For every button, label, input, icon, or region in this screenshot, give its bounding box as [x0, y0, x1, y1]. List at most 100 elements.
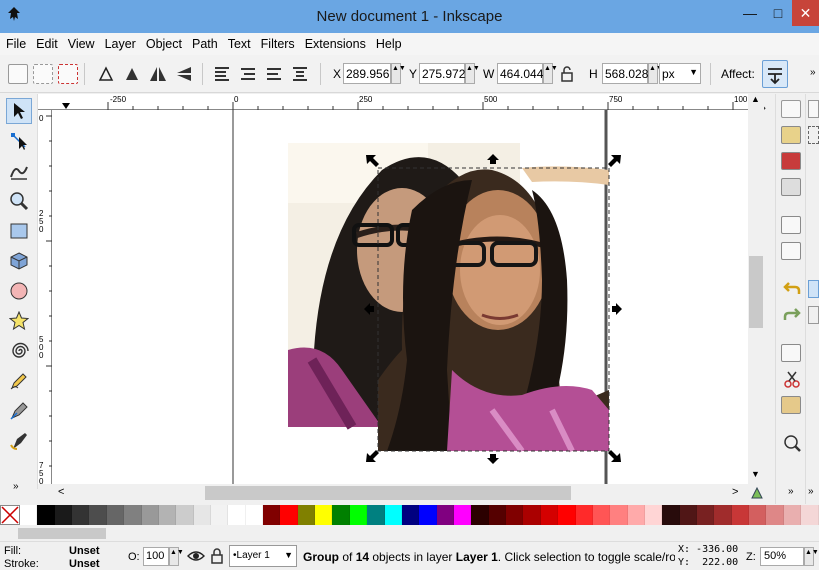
raise-to-top-icon[interactable]: [212, 64, 232, 84]
scroll-right-icon[interactable]: >: [732, 486, 738, 498]
no-paint-swatch[interactable]: [0, 505, 20, 525]
zoom-selection-icon[interactable]: [783, 434, 801, 455]
save-icon[interactable]: [781, 152, 801, 170]
rotate-cw-icon[interactable]: [122, 64, 142, 84]
height-input[interactable]: 568.028: [602, 63, 648, 84]
color-swatch[interactable]: [453, 505, 472, 525]
deselect-icon[interactable]: [58, 64, 78, 84]
color-swatch[interactable]: [471, 505, 489, 525]
select-all-icon[interactable]: [8, 64, 28, 84]
fill-value[interactable]: Unset: [69, 545, 100, 557]
new-document-icon[interactable]: [781, 100, 801, 118]
overflow-icon[interactable]: »: [810, 67, 816, 78]
export-icon[interactable]: [781, 242, 801, 260]
color-swatch[interactable]: [367, 505, 385, 525]
x-stepper[interactable]: ▲▼: [391, 63, 406, 84]
open-icon[interactable]: [781, 126, 801, 144]
color-swatch[interactable]: [558, 505, 576, 525]
menu-layer[interactable]: Layer: [105, 37, 136, 51]
color-swatch[interactable]: [158, 505, 177, 525]
vertical-scroll-thumb[interactable]: [749, 256, 763, 328]
menu-text[interactable]: Text: [228, 37, 251, 51]
snap-nodes-icon[interactable]: [808, 280, 819, 298]
flip-horizontal-icon[interactable]: [148, 64, 168, 84]
spiral-tool-icon[interactable]: [6, 338, 32, 364]
calligraphy-tool-icon[interactable]: [6, 428, 32, 454]
horizontal-ruler[interactable]: -250 0 250 500 750 100: [38, 94, 748, 110]
menu-object[interactable]: Object: [146, 37, 182, 51]
scroll-down-icon[interactable]: ▼: [751, 469, 760, 479]
color-swatch[interactable]: [106, 505, 125, 525]
color-swatch[interactable]: [749, 505, 767, 525]
menu-filters[interactable]: Filters: [261, 37, 295, 51]
lower-to-bottom-icon[interactable]: [290, 64, 310, 84]
horizontal-scrollbar[interactable]: < >: [38, 484, 764, 502]
color-swatch[interactable]: [210, 505, 229, 525]
snap-overflow-icon[interactable]: »: [808, 486, 814, 497]
x-input[interactable]: 289.956: [343, 63, 391, 84]
canvas-drawing[interactable]: [52, 110, 748, 484]
toolbox-overflow-icon[interactable]: »: [13, 481, 19, 492]
menu-help[interactable]: Help: [376, 37, 402, 51]
snap-paths-icon[interactable]: [808, 306, 819, 324]
node-tool-icon[interactable]: [6, 128, 32, 154]
color-swatch[interactable]: [401, 505, 420, 525]
menu-file[interactable]: File: [6, 37, 26, 51]
minimize-button[interactable]: —: [736, 0, 764, 26]
stroke-value[interactable]: Unset: [69, 558, 100, 570]
color-swatch[interactable]: [297, 505, 316, 525]
color-swatch[interactable]: [280, 505, 298, 525]
flip-vertical-icon[interactable]: [174, 64, 194, 84]
color-swatch[interactable]: [228, 505, 246, 525]
color-swatch[interactable]: [20, 505, 38, 525]
color-swatch[interactable]: [731, 505, 750, 525]
canvas[interactable]: [52, 110, 748, 484]
copy-icon[interactable]: [781, 344, 801, 362]
height-stepper[interactable]: ▲▼: [648, 63, 663, 84]
lock-icon[interactable]: [560, 66, 574, 82]
color-swatch[interactable]: [315, 505, 333, 525]
layer-select[interactable]: •Layer 1 ▼: [229, 545, 297, 567]
width-stepper[interactable]: ▲▼: [543, 63, 558, 84]
cut-icon[interactable]: [783, 370, 801, 391]
opacity-stepper[interactable]: ▲▼: [169, 547, 184, 566]
color-swatch[interactable]: [679, 505, 698, 525]
rectangle-tool-icon[interactable]: [6, 218, 32, 244]
color-swatch[interactable]: [72, 505, 90, 525]
color-swatch[interactable]: [662, 505, 680, 525]
y-input[interactable]: 275.972: [419, 63, 465, 84]
color-swatch[interactable]: [141, 505, 159, 525]
color-swatch[interactable]: [124, 505, 142, 525]
color-swatch[interactable]: [332, 505, 350, 525]
pencil-tool-icon[interactable]: [6, 368, 32, 394]
affect-stroke-scale-icon[interactable]: [762, 60, 788, 88]
maximize-button[interactable]: □: [764, 0, 792, 26]
pen-tool-icon[interactable]: [6, 398, 32, 424]
color-swatch[interactable]: [54, 505, 73, 525]
color-swatch[interactable]: [436, 505, 454, 525]
star-tool-icon[interactable]: [6, 308, 32, 334]
color-swatch[interactable]: [697, 505, 715, 525]
import-icon[interactable]: [781, 216, 801, 234]
color-swatch[interactable]: [37, 505, 55, 525]
zoom-input[interactable]: 50%: [760, 547, 804, 566]
menu-edit[interactable]: Edit: [36, 37, 58, 51]
3d-box-tool-icon[interactable]: [6, 248, 32, 274]
opacity-input[interactable]: 100: [143, 547, 169, 566]
menu-path[interactable]: Path: [192, 37, 218, 51]
color-swatch[interactable]: [349, 505, 368, 525]
lower-icon[interactable]: [264, 64, 284, 84]
menu-view[interactable]: View: [68, 37, 95, 51]
unit-select[interactable]: px ▼: [659, 63, 701, 84]
color-swatch[interactable]: [523, 505, 541, 525]
color-swatch[interactable]: [89, 505, 107, 525]
tweak-tool-icon[interactable]: [6, 158, 32, 184]
color-swatch[interactable]: [263, 505, 281, 525]
color-swatch[interactable]: [592, 505, 611, 525]
palette-scrollbar[interactable]: [0, 525, 819, 541]
horizontal-scroll-thumb[interactable]: [205, 486, 571, 500]
paste-icon[interactable]: [781, 396, 801, 414]
color-swatch[interactable]: [714, 505, 732, 525]
color-swatch[interactable]: [488, 505, 507, 525]
color-manage-icon[interactable]: [750, 486, 764, 503]
